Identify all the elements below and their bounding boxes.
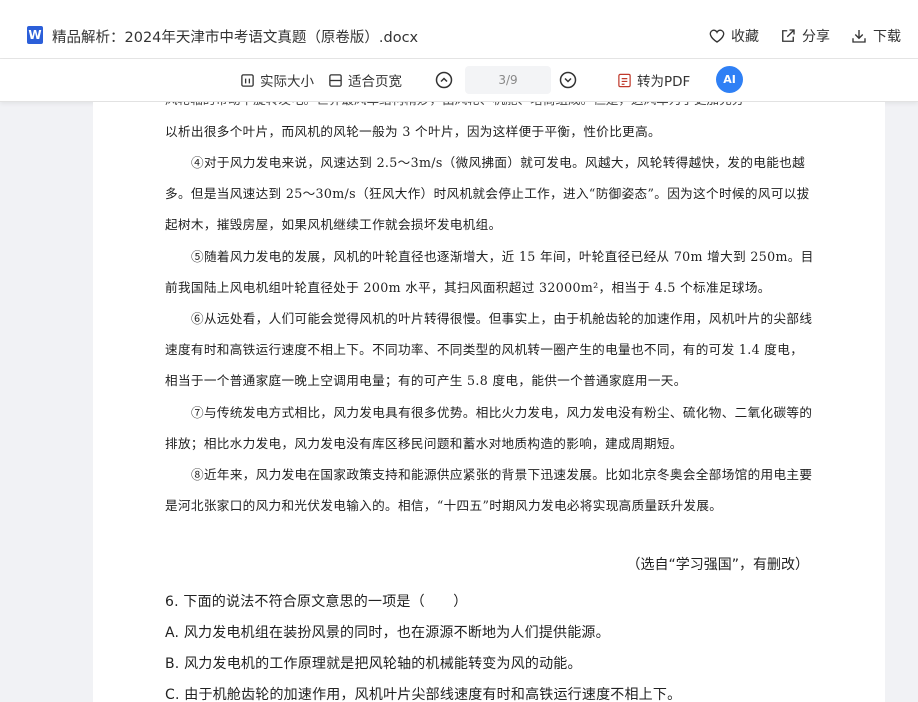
download-icon	[852, 30, 866, 43]
fit-width-icon	[329, 73, 342, 87]
paragraph-8: ⑧近年来，风力发电在国家政策支持和能源供应紧张的背景下迅速发展。比如北京冬奥会全…	[165, 467, 813, 513]
heart-icon	[709, 29, 725, 43]
share-icon	[782, 29, 795, 42]
favorite-label: 收藏	[731, 29, 759, 45]
source-note: （选自“学习强国”，有删改）	[626, 557, 809, 573]
option-c: C. 由于机舱齿轮的加速作用，风机叶片尖部线速度有时和高铁运行速度不相上下。	[165, 687, 682, 702]
paragraph-4: ④对于风力发电来说，风速达到 2.5～3m/s（微风拂面）就可发电。风越大，风轮…	[165, 155, 810, 232]
paragraph-5: ⑤随着风力发电的发展，风机的叶轮直径也逐渐增大，近 15 年间，叶轮直径已经从 …	[165, 249, 814, 295]
paragraph-3-end: 以析出很多个叶片，而风机的风轮一般为 3 个叶片，因为这样便于平衡，性价比更高。	[165, 124, 661, 139]
fit-page-button[interactable]: 适合页宽	[328, 70, 402, 90]
convert-pdf-button[interactable]: 转为PDF	[617, 70, 690, 90]
option-b: B. 风力发电机的工作原理就是把风轮轴的机械能转变为风的动能。	[165, 656, 582, 672]
word-file-icon: W	[27, 26, 43, 44]
actual-size-button[interactable]: 实际大小	[240, 70, 314, 90]
convert-pdf-label: 转为PDF	[637, 74, 691, 90]
document-title: 精品解析：2024年天津市中考语文真题（原卷版）.docx	[52, 30, 419, 46]
actual-size-label: 实际大小	[260, 74, 314, 90]
paragraph-6: ⑥从远处看，人们可能会觉得风机的叶片转得很慢。但事实上，由于机舱齿轮的加速作用，…	[165, 311, 813, 388]
option-a: A. 风力发电机组在装扮风景的同时，也在源源不断地为人们提供能源。	[165, 625, 610, 641]
paragraph-7: ⑦与传统发电方式相比，风力发电具有很多优势。相比火力发电，风力发电没有粉尘、硫化…	[165, 405, 813, 451]
download-label: 下载	[873, 29, 901, 45]
page-indicator[interactable]: 3/9	[465, 66, 551, 94]
actual-size-icon	[241, 73, 254, 87]
share-label: 分享	[802, 29, 830, 45]
document-page: 风轮轴的带动下旋转发电。世界最风车结构精妙，由风轮、机舱、塔筒组成。但是，这风车…	[93, 102, 885, 702]
pdf-icon	[618, 73, 631, 87]
download-button[interactable]: 下载	[850, 26, 901, 46]
title-bar: W 精品解析：2024年天津市中考语文真题（原卷版）.docx 收藏 分享 下载	[0, 0, 918, 59]
question-6: 6. 下面的说法不符合原文意思的一项是（ ）	[165, 594, 468, 610]
viewer-toolbar: 实际大小 适合页宽 3/9 转为PDF	[0, 59, 918, 102]
share-button[interactable]: 分享	[779, 26, 830, 46]
ai-assistant-button[interactable]: AI	[716, 66, 743, 93]
favorite-button[interactable]: 收藏	[708, 26, 759, 46]
cut-off-line: 风轮轴的带动下旋转发电。世界最风车结构精妙，由风轮、机舱、塔筒组成。但是，这风车…	[165, 102, 815, 110]
next-page-icon[interactable]	[559, 71, 577, 89]
previous-page-icon[interactable]	[435, 71, 453, 89]
fit-page-label: 适合页宽	[348, 74, 402, 90]
top-actions: 收藏 分享 下载	[708, 26, 901, 46]
